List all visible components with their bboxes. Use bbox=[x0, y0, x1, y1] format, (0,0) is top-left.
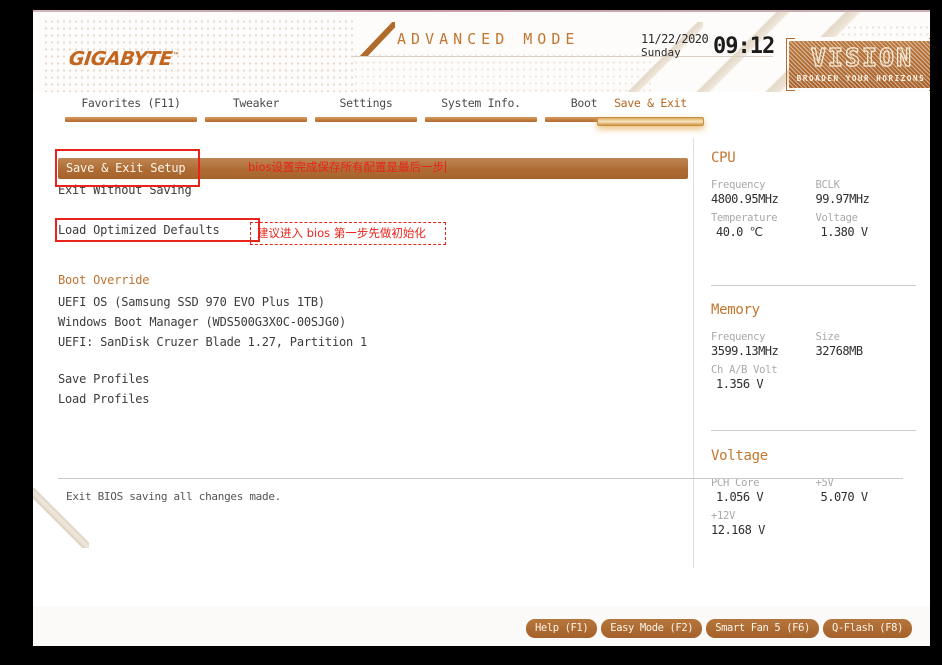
annotation-highlight-box-load-defaults bbox=[55, 218, 260, 242]
memory-chab-volt-value: 1.356 V bbox=[716, 377, 764, 391]
memory-chab-volt-label: Ch A/B Volt bbox=[711, 364, 778, 376]
voltage-12v-label: +12V bbox=[711, 510, 736, 522]
tab-underline bbox=[65, 117, 197, 122]
voltage-5v-label: +5V bbox=[815, 477, 834, 489]
menu-item-save-profiles[interactable]: Save Profiles bbox=[58, 369, 150, 389]
window-frame: GIGABYTE™ ADVANCED MODE 11/22/2020 Sunda… bbox=[0, 0, 942, 665]
sidebar-section-voltage: Voltage PCH Core +5V 1.056 V 5.070 V +12… bbox=[711, 448, 916, 537]
tab-underline bbox=[425, 117, 537, 122]
sidebar-divider bbox=[693, 138, 694, 568]
section-title: Voltage bbox=[711, 448, 768, 464]
section-heading-boot-override: Boot Override bbox=[58, 273, 150, 287]
section-title: CPU bbox=[711, 150, 736, 166]
voltage-pch-core-label: PCH Core bbox=[711, 477, 760, 489]
annotation-label: bios设置完成保存所有配置是最后一步 bbox=[248, 160, 445, 174]
sidebar-section-divider bbox=[711, 285, 916, 286]
tab-tweaker[interactable]: Tweaker bbox=[201, 94, 311, 126]
cpu-temperature-value: 40.0 ℃ bbox=[716, 225, 763, 239]
dot-pattern-decoration bbox=[353, 52, 653, 92]
easy-mode-button[interactable]: Easy Mode (F2) bbox=[601, 619, 703, 638]
tab-system-info[interactable]: System Info. bbox=[421, 94, 541, 126]
gigabyte-wordmark: GIGABYTE bbox=[67, 48, 174, 70]
boot-override-item-windows-boot-manager[interactable]: Windows Boot Manager (WDS500G3X0C-00SJG0… bbox=[58, 312, 346, 332]
cpu-voltage-value: 1.380 V bbox=[820, 225, 869, 239]
menu-item-load-profiles[interactable]: Load Profiles bbox=[58, 389, 150, 409]
vision-logo-bracket bbox=[786, 37, 930, 92]
header: GIGABYTE™ ADVANCED MODE 11/22/2020 Sunda… bbox=[33, 12, 930, 92]
tab-settings[interactable]: Settings bbox=[311, 94, 421, 126]
memory-frequency-label: Frequency bbox=[711, 331, 766, 343]
description-divider bbox=[58, 478, 903, 479]
voltage-5v-value: 5.070 V bbox=[820, 490, 869, 504]
memory-frequency-value: 3599.13MHz bbox=[711, 344, 779, 358]
trademark-symbol: ™ bbox=[171, 51, 180, 60]
tab-label: Favorites (F11) bbox=[81, 96, 181, 110]
tab-label: Settings bbox=[339, 96, 393, 110]
annotation-text-load-defaults: 建议进入 bios 第一步先做初始化 bbox=[257, 226, 426, 240]
main-content: Save & Exit Setup Exit Without Saving Lo… bbox=[33, 130, 693, 570]
help-button[interactable]: Help (F1) bbox=[525, 619, 598, 638]
tab-underline bbox=[205, 117, 307, 122]
vision-product-logo: VISION BROADEN YOUR HORIZONS bbox=[786, 37, 930, 92]
q-flash-button[interactable]: Q-Flash (F8) bbox=[822, 619, 912, 638]
memory-size-label: Size bbox=[815, 331, 840, 343]
tab-underline bbox=[315, 117, 417, 122]
cpu-bclk-label: BCLK bbox=[815, 179, 840, 191]
memory-size-value: 32768MB bbox=[815, 344, 864, 358]
footer-bar: Help (F1) Easy Mode (F2) Smart Fan 5 (F6… bbox=[33, 606, 930, 646]
sidebar-section-cpu: CPU Frequency BCLK 4800.95MHz 99.97MHz T… bbox=[711, 150, 916, 239]
cpu-bclk-value: 99.97MHz bbox=[815, 192, 870, 206]
system-status-sidebar: CPU Frequency BCLK 4800.95MHz 99.97MHz T… bbox=[693, 130, 930, 570]
datetime-display: 11/22/2020 Sunday 09:12 bbox=[641, 32, 775, 72]
annotation-text-save-exit: bios设置完成保存所有配置是最后一步 bbox=[248, 159, 447, 175]
text-caret bbox=[445, 161, 447, 173]
boot-override-item-sandisk-cruzer[interactable]: UEFI: SanDisk Cruzer Blade 1.27, Partiti… bbox=[58, 332, 367, 352]
tab-save-and-exit[interactable]: Save & Exit bbox=[593, 94, 708, 126]
voltage-field-grid: PCH Core +5V 1.056 V 5.070 V +12V 12.168… bbox=[711, 472, 916, 537]
boot-override-item-uefi-os[interactable]: UEFI OS (Samsung SSD 970 EVO Plus 1TB) bbox=[58, 292, 325, 312]
annotation-highlight-box-save-exit bbox=[55, 149, 200, 187]
tab-label: Save & Exit bbox=[614, 96, 687, 110]
slash-decoration bbox=[355, 22, 395, 56]
main-nav-tabs: Favorites (F11) Tweaker Settings System … bbox=[33, 94, 930, 126]
item-description: Exit BIOS saving all changes made. bbox=[66, 490, 281, 503]
cpu-frequency-label: Frequency bbox=[711, 179, 766, 191]
smart-fan-button[interactable]: Smart Fan 5 (F6) bbox=[706, 619, 819, 638]
voltage-12v-value: 12.168 V bbox=[711, 523, 765, 537]
cpu-temperature-label: Temperature bbox=[711, 212, 778, 224]
tab-favorites[interactable]: Favorites (F11) bbox=[61, 94, 201, 126]
voltage-pch-core-value: 1.056 V bbox=[716, 490, 764, 504]
tab-label: Tweaker bbox=[232, 96, 280, 110]
footer-button-group: Help (F1) Easy Mode (F2) Smart Fan 5 (F6… bbox=[525, 619, 912, 638]
cpu-voltage-label: Voltage bbox=[815, 212, 858, 224]
page-title: ADVANCED MODE bbox=[397, 30, 580, 48]
sidebar-section-divider bbox=[711, 430, 916, 431]
sidebar-section-memory: Memory Frequency Size 3599.13MHz 32768MB… bbox=[711, 302, 916, 391]
cpu-frequency-value: 4800.95MHz bbox=[711, 192, 779, 206]
section-title: Memory bbox=[711, 302, 760, 318]
bios-screen: GIGABYTE™ ADVANCED MODE 11/22/2020 Sunda… bbox=[33, 12, 930, 646]
gigabyte-logo: GIGABYTE™ bbox=[68, 48, 180, 70]
tab-label: System Info. bbox=[441, 96, 521, 110]
clock-value: 09:12 bbox=[713, 34, 775, 59]
tab-underline-active bbox=[597, 117, 704, 126]
cpu-field-grid: Frequency BCLK 4800.95MHz 99.97MHz Tempe… bbox=[711, 174, 916, 239]
memory-field-grid: Frequency Size 3599.13MHz 32768MB Ch A/B… bbox=[711, 326, 916, 391]
